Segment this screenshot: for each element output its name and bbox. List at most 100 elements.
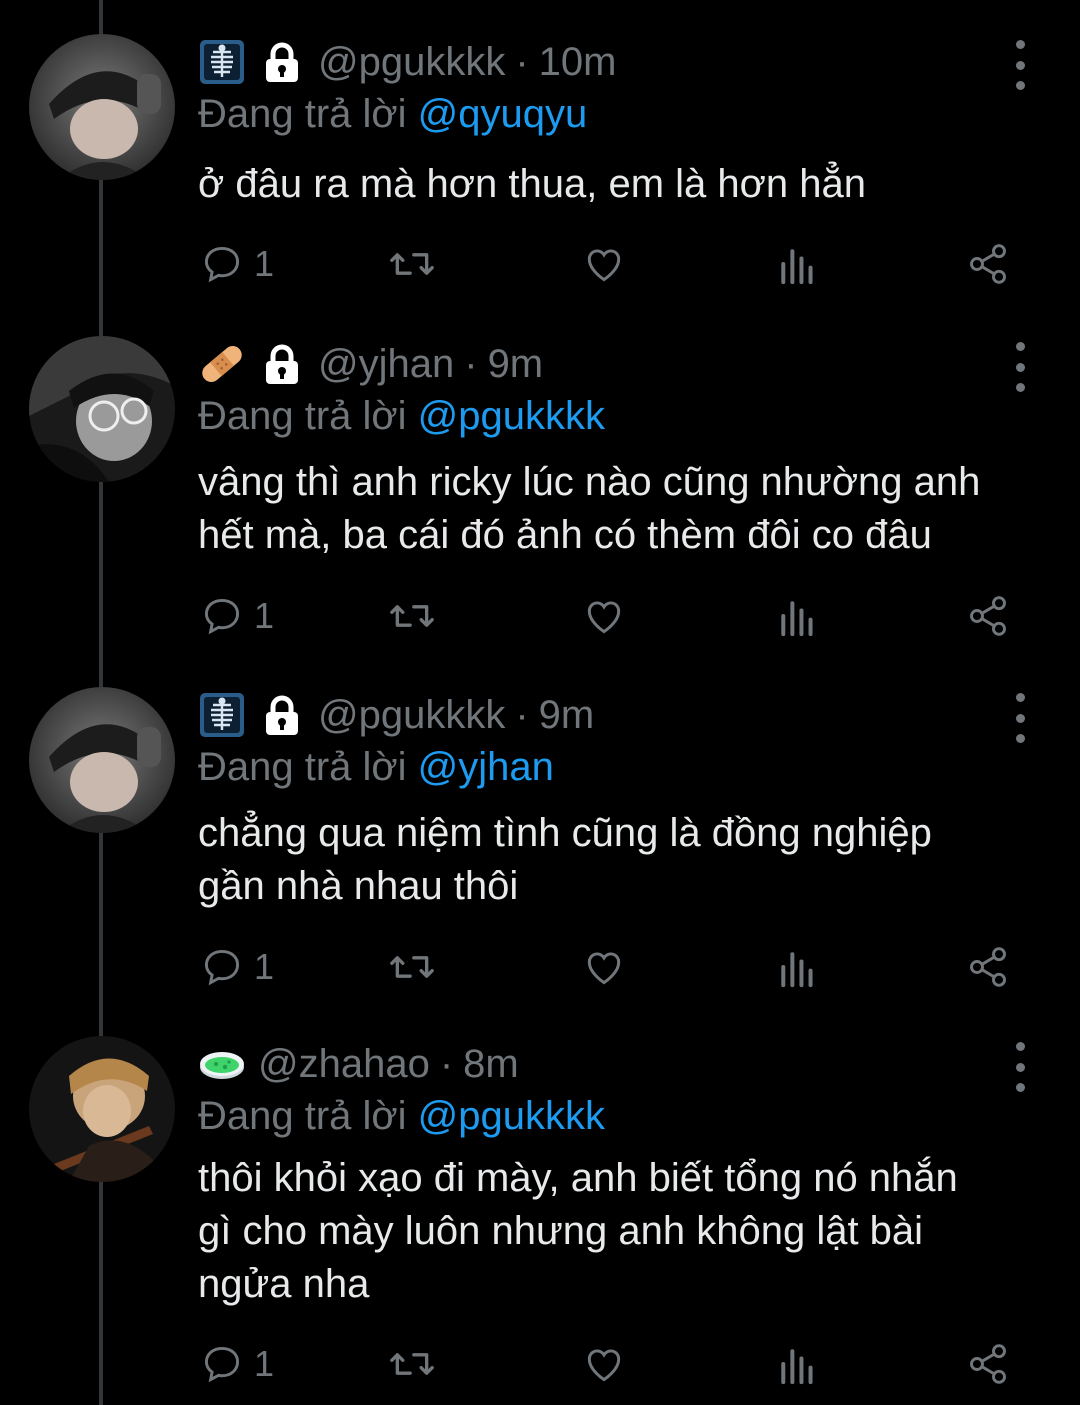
like-button[interactable] [582, 234, 626, 294]
heart-icon [587, 1349, 621, 1382]
share-icon [970, 244, 1006, 284]
reply-count: 1 [254, 1343, 275, 1384]
x-ray-icon [198, 691, 246, 739]
reply-count: 1 [254, 243, 275, 284]
action-bar: 1 [0, 234, 1080, 294]
retweet-button[interactable] [388, 1334, 436, 1394]
separator-dot: · [464, 341, 478, 386]
reply-count: 1 [254, 595, 275, 636]
reply-button[interactable]: 1 [200, 1334, 274, 1394]
tweet-header: @zhahao · 8m [198, 1036, 519, 1092]
views-button[interactable] [776, 937, 816, 997]
reply-prefix: Đang trả lời [198, 745, 407, 789]
share-icon [970, 947, 1006, 987]
retweet-button[interactable] [388, 937, 436, 997]
reply-context: Đang trả lời @pgukkkk [198, 394, 605, 439]
share-icon [970, 1344, 1006, 1384]
tweet-text-line: ngửa nha [198, 1262, 370, 1306]
tweet-text-line: hết mà, ba cái đó ảnh có thèm đôi co đâu [198, 513, 932, 557]
lock-icon [258, 691, 306, 739]
tweet[interactable]: @pgukkkk · 9m Đang trả lời @yjhan chẳng … [0, 687, 1080, 1027]
views-button[interactable] [776, 1334, 816, 1394]
tweet-header: @pgukkkk · 10m [198, 34, 616, 90]
tweet[interactable]: @zhahao · 8m Đang trả lời @pgukkkk thôi … [0, 1036, 1080, 1405]
reply-mention[interactable]: @yjhan [418, 745, 554, 789]
analytics-icon [781, 952, 813, 988]
tweet-text-line: vâng thì anh ricky lúc nào cũng nhường a… [198, 460, 981, 504]
analytics-icon [781, 1349, 813, 1385]
reply-context: Đang trả lời @yjhan [198, 745, 554, 790]
share-button[interactable] [966, 1334, 1010, 1394]
reply-mention[interactable]: @pgukkkk [418, 1094, 605, 1138]
lock-icon [258, 38, 306, 86]
comment-icon [204, 598, 240, 635]
tweet-text: chẳng qua niệm tình cũng là đồng nghiệp … [198, 807, 1048, 913]
separator-dot: · [515, 39, 529, 84]
comment-icon [204, 1346, 240, 1383]
views-button[interactable] [776, 586, 816, 646]
tweet-text-line: gì cho mày luôn nhưng anh không lật bài [198, 1209, 924, 1253]
lock-icon [258, 340, 306, 388]
like-button[interactable] [582, 586, 626, 646]
user-handle[interactable]: @pgukkkk [318, 40, 505, 85]
reply-button[interactable]: 1 [200, 937, 274, 997]
timestamp[interactable]: 9m [488, 342, 544, 387]
user-handle[interactable]: @zhahao [258, 1042, 430, 1087]
bandage-icon [198, 340, 246, 388]
heart-icon [587, 601, 621, 634]
views-button[interactable] [776, 234, 816, 294]
user-handle[interactable]: @pgukkkk [318, 693, 505, 738]
analytics-icon [781, 249, 813, 285]
more-options-button[interactable] [1010, 342, 1030, 392]
separator-dot: · [515, 692, 529, 737]
retweet-icon [390, 253, 434, 275]
reply-mention[interactable]: @pgukkkk [418, 394, 605, 438]
retweet-icon [390, 605, 434, 627]
like-button[interactable] [582, 1334, 626, 1394]
more-options-button[interactable] [1010, 693, 1030, 743]
analytics-icon [781, 601, 813, 637]
share-button[interactable] [966, 586, 1010, 646]
tweet[interactable]: @pgukkkk · 10m Đang trả lời @qyuqyu ở đâ… [0, 34, 1080, 334]
reply-context: Đang trả lời @qyuqyu [198, 92, 587, 137]
reply-count: 1 [254, 946, 275, 987]
heart-icon [587, 952, 621, 985]
user-handle[interactable]: @yjhan [318, 342, 454, 387]
reply-prefix: Đang trả lời [198, 394, 407, 438]
x-ray-icon [198, 38, 246, 86]
reply-context: Đang trả lời @pgukkkk [198, 1094, 605, 1139]
like-button[interactable] [582, 937, 626, 997]
avatar[interactable] [29, 1036, 175, 1182]
reply-mention[interactable]: @qyuqyu [418, 92, 588, 136]
timestamp[interactable]: 10m [539, 40, 617, 85]
action-bar: 1 [0, 937, 1080, 997]
comment-icon [204, 246, 240, 283]
reply-prefix: Đang trả lời [198, 92, 407, 136]
more-options-button[interactable] [1010, 1042, 1030, 1092]
retweet-icon [390, 956, 434, 978]
tweet-text-line: ở đâu ra mà hơn thua, em là hơn hẳn [198, 162, 866, 206]
retweet-button[interactable] [388, 586, 436, 646]
reply-button[interactable]: 1 [200, 234, 274, 294]
share-button[interactable] [966, 234, 1010, 294]
avatar[interactable] [29, 336, 175, 482]
tweet[interactable]: @yjhan · 9m Đang trả lời @pgukkkk vâng t… [0, 336, 1080, 686]
reply-button[interactable]: 1 [200, 586, 274, 646]
tweet-text-line: chẳng qua niệm tình cũng là đồng nghiệp [198, 811, 932, 855]
share-button[interactable] [966, 937, 1010, 997]
avatar[interactable] [29, 687, 175, 833]
tweet-text: thôi khỏi xạo đi mày, anh biết tổng nó n… [198, 1152, 1048, 1311]
avatar[interactable] [29, 34, 175, 180]
tweet-text-line: thôi khỏi xạo đi mày, anh biết tổng nó n… [198, 1156, 958, 1200]
tweet-header: @yjhan · 9m [198, 336, 543, 392]
action-bar: 1 [0, 1334, 1080, 1394]
retweet-button[interactable] [388, 234, 436, 294]
comment-icon [204, 949, 240, 986]
timestamp[interactable]: 9m [539, 693, 595, 738]
more-options-button[interactable] [1010, 40, 1030, 90]
tweet-text: vâng thì anh ricky lúc nào cũng nhường a… [198, 456, 1048, 562]
timestamp[interactable]: 8m [463, 1042, 519, 1087]
petri-dish-icon [198, 1040, 246, 1088]
retweet-icon [390, 1353, 434, 1375]
separator-dot: · [439, 1041, 454, 1086]
